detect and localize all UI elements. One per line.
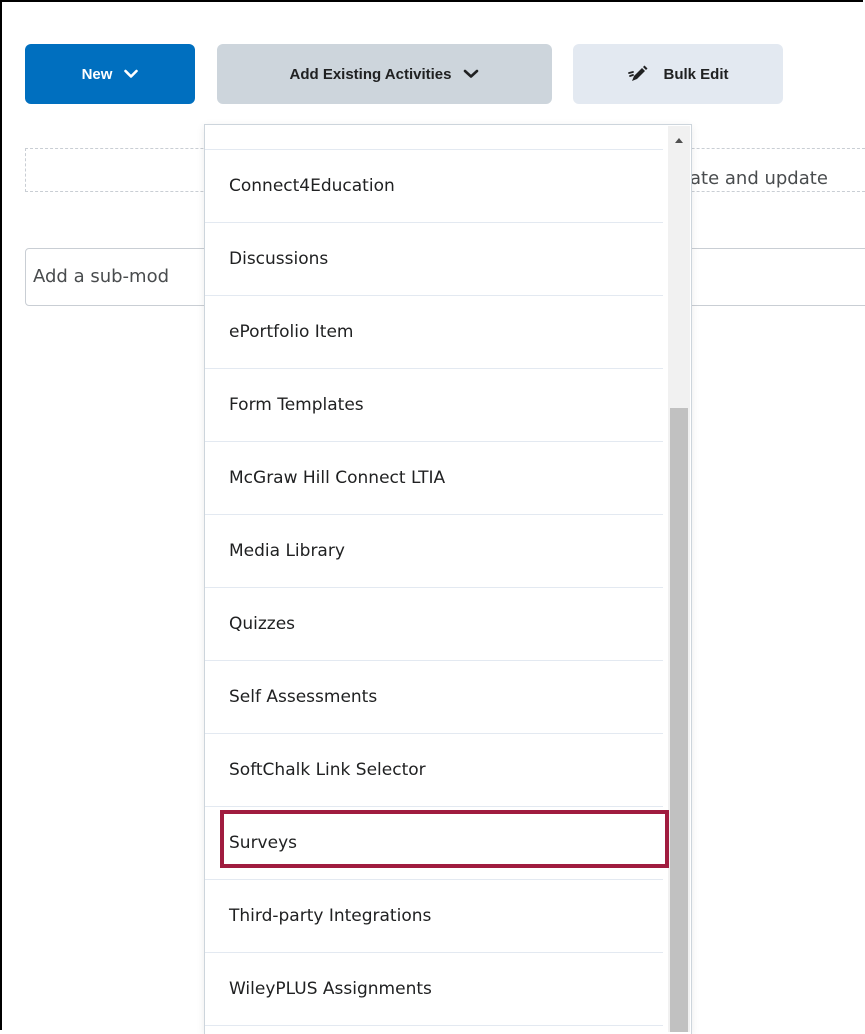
scrollbar-thumb[interactable] bbox=[670, 408, 688, 1032]
new-button-label: New bbox=[81, 65, 113, 83]
add-existing-activities-button[interactable]: Add Existing Activities bbox=[217, 44, 552, 104]
pencil-icon bbox=[627, 64, 649, 84]
menu-item-discussions[interactable]: Discussions bbox=[205, 223, 663, 296]
scroll-up-arrow-icon[interactable] bbox=[675, 138, 683, 143]
chevron-down-icon bbox=[463, 69, 479, 79]
menu-item-self-assessments[interactable]: Self Assessments bbox=[205, 661, 663, 734]
new-button[interactable]: New bbox=[25, 44, 195, 104]
menu-item-eportfolio-item[interactable]: ePortfolio Item bbox=[205, 296, 663, 369]
chevron-down-icon bbox=[124, 69, 139, 79]
menu-top-spacer bbox=[205, 125, 663, 150]
menu-item-wileyplus[interactable]: WileyPLUS Assignments bbox=[205, 953, 663, 1026]
drop-zone-text: ate and update bbox=[690, 168, 828, 189]
sub-module-placeholder: Add a sub-mod bbox=[33, 266, 170, 287]
bulk-edit-label: Bulk Edit bbox=[663, 65, 729, 83]
menu-item-softchalk[interactable]: SoftChalk Link Selector bbox=[205, 734, 663, 807]
menu-item-mcgraw-hill[interactable]: McGraw Hill Connect LTIA bbox=[205, 442, 663, 515]
add-existing-activities-label: Add Existing Activities bbox=[289, 65, 452, 83]
menu-item-form-templates[interactable]: Form Templates bbox=[205, 369, 663, 442]
menu-item-connect4education[interactable]: Connect4Education bbox=[205, 150, 663, 223]
menu-item-media-library[interactable]: Media Library bbox=[205, 515, 663, 588]
menu-item-surveys[interactable]: Surveys bbox=[205, 807, 663, 880]
menu-item-quizzes[interactable]: Quizzes bbox=[205, 588, 663, 661]
add-existing-activities-menu: Connect4Education Discussions ePortfolio… bbox=[204, 124, 692, 1034]
menu-item-third-party-integrations[interactable]: Third-party Integrations bbox=[205, 880, 663, 953]
bulk-edit-button[interactable]: Bulk Edit bbox=[573, 44, 783, 104]
